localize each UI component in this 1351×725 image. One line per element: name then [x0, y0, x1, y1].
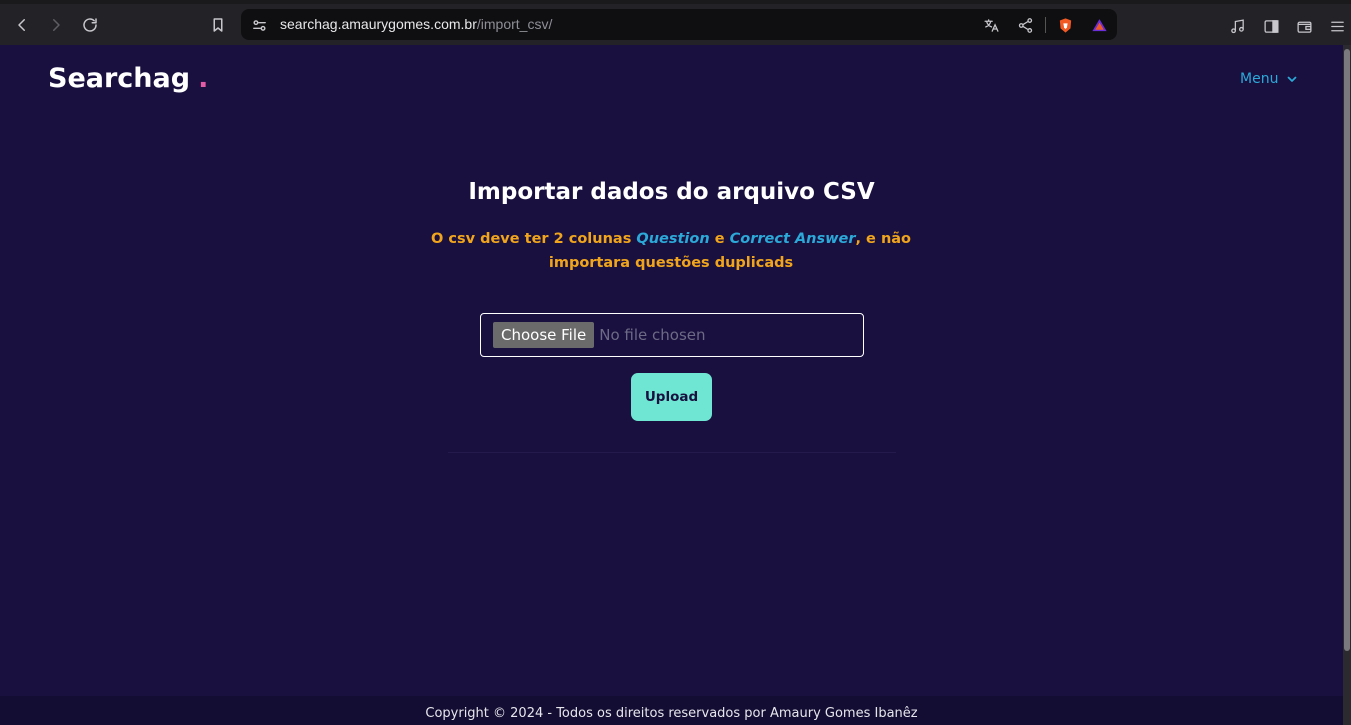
url-path: /import_csv/	[476, 16, 553, 32]
subtitle-text-1: O csv deve ter 2 colunas	[430, 231, 637, 247]
upload-button[interactable]: Upload	[631, 373, 712, 421]
back-icon[interactable]	[9, 12, 35, 38]
menu-icon[interactable]	[1327, 16, 1347, 36]
chevron-down-icon	[1288, 76, 1297, 82]
subtitle-column-question: Question	[636, 231, 710, 247]
page-title: Importar dados do arquivo CSV	[468, 179, 875, 205]
forward-icon[interactable]	[43, 12, 69, 38]
reload-icon[interactable]	[77, 12, 103, 38]
csv-file-input[interactable]: Choose File No file chosen	[480, 313, 864, 357]
subtitle-column-answer: Correct Answer	[729, 231, 856, 247]
toolbar-separator	[1045, 17, 1046, 33]
menu-dropdown[interactable]: Menu	[1240, 71, 1298, 87]
choose-file-button[interactable]: Choose File	[493, 322, 595, 348]
share-icon[interactable]	[1015, 15, 1035, 35]
logo-dot: .	[198, 63, 209, 94]
menu-label: Menu	[1240, 71, 1279, 87]
scrollbar[interactable]	[1343, 45, 1351, 725]
browser-toolbar: searchag.amaurygomes.com.br/import_csv/	[0, 0, 1351, 45]
page-subtitle: O csv deve ter 2 colunas Question e Corr…	[421, 227, 921, 275]
sidebar-icon[interactable]	[1261, 16, 1281, 36]
address-bar[interactable]: searchag.amaurygomes.com.br/import_csv/	[241, 9, 1117, 40]
brave-rewards-icon[interactable]	[1089, 15, 1109, 35]
site-settings-icon[interactable]	[249, 15, 269, 35]
translate-icon[interactable]	[981, 15, 1001, 35]
scrollbar-thumb[interactable]	[1344, 49, 1350, 651]
media-icon[interactable]	[1227, 16, 1247, 36]
file-status-text: No file chosen	[599, 326, 706, 344]
wallet-icon[interactable]	[1294, 16, 1314, 36]
url-text: searchag.amaurygomes.com.br/import_csv/	[280, 16, 552, 32]
page-body: Searchag. Menu Importar dados do arquivo…	[0, 45, 1343, 725]
bookmark-icon[interactable]	[205, 12, 231, 38]
logo-text: Searchag	[48, 63, 191, 94]
brave-shields-icon[interactable]	[1055, 15, 1075, 35]
subtitle-text-2: e	[709, 231, 730, 247]
site-logo[interactable]: Searchag.	[48, 63, 208, 94]
url-domain: searchag.amaurygomes.com.br	[280, 16, 477, 32]
footer: Copyright © 2024 - Todos os direitos res…	[0, 696, 1343, 725]
divider	[448, 452, 896, 453]
copyright-text: Copyright © 2024 - Todos os direitos res…	[425, 706, 918, 721]
